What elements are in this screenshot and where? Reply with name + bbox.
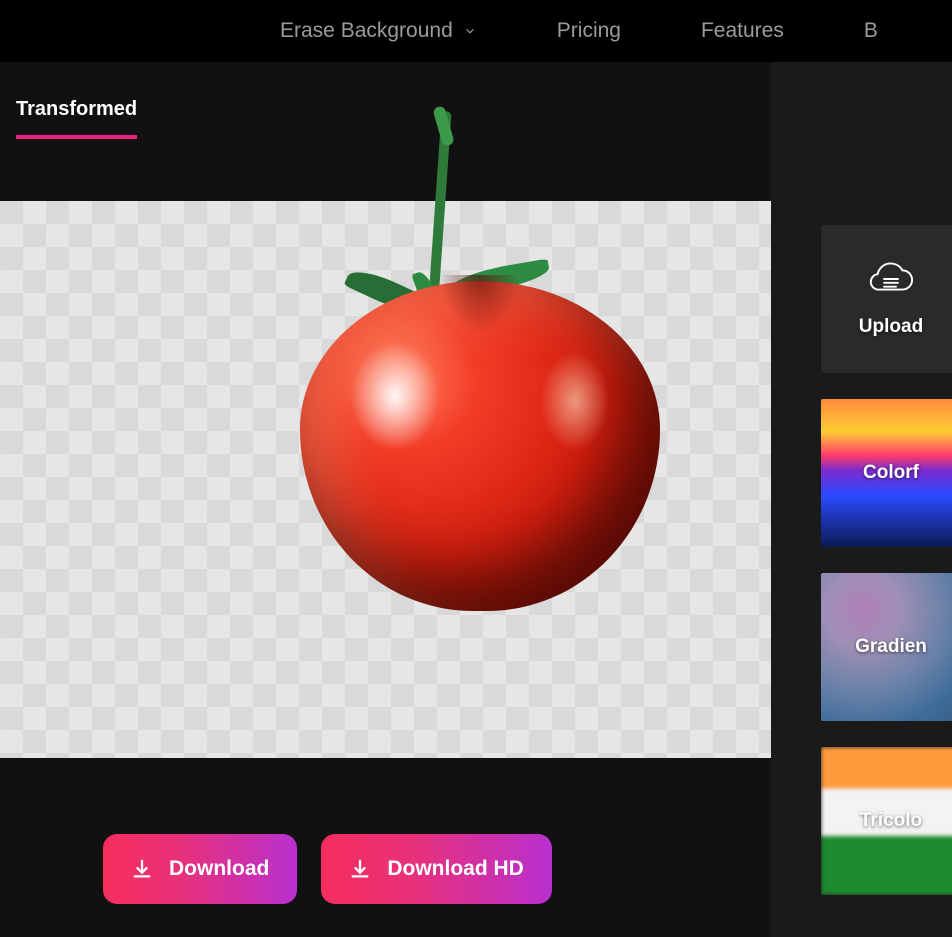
bg-tile-tricolor[interactable]: Tricolo [821,747,952,895]
left-panel: Transformed [0,62,771,937]
nav-label: Pricing [557,19,621,43]
chevron-down-icon [463,24,477,38]
bg-tile-gradient[interactable]: Gradien [821,573,952,721]
nav-item-truncated[interactable]: B [864,19,878,43]
nav-label: Erase Background [280,19,453,43]
cloud-upload-icon [868,260,914,298]
button-label: Download [169,857,269,881]
tile-label: Upload [859,316,923,338]
nav-label: Features [701,19,784,43]
sidebar: Upload Colorf Gradien Tricolo [771,62,952,937]
nav-features[interactable]: Features [701,19,784,43]
tab-bar: Transformed [0,62,771,174]
main: Transformed [0,62,952,937]
tab-transformed[interactable]: Transformed [16,98,137,139]
nav-label: B [864,19,878,43]
tile-label: Colorf [863,462,919,484]
tile-label: Gradien [855,636,927,658]
top-nav: Erase Background Pricing Features B [0,0,952,62]
download-hd-button[interactable]: Download HD [321,834,552,904]
download-icon [131,858,153,880]
button-label: Download HD [387,857,524,881]
canvas-wrap [0,174,771,758]
action-buttons: Download Download HD [0,758,771,937]
nav-pricing[interactable]: Pricing [557,19,621,43]
result-image [300,281,660,611]
transparent-canvas[interactable] [0,174,771,758]
tile-label: Tricolo [860,810,922,832]
download-button[interactable]: Download [103,834,297,904]
download-icon [349,858,371,880]
upload-tile[interactable]: Upload [821,225,952,373]
tab-label: Transformed [16,98,137,120]
bg-tile-colorful[interactable]: Colorf [821,399,952,547]
nav-erase-background[interactable]: Erase Background [280,19,477,43]
